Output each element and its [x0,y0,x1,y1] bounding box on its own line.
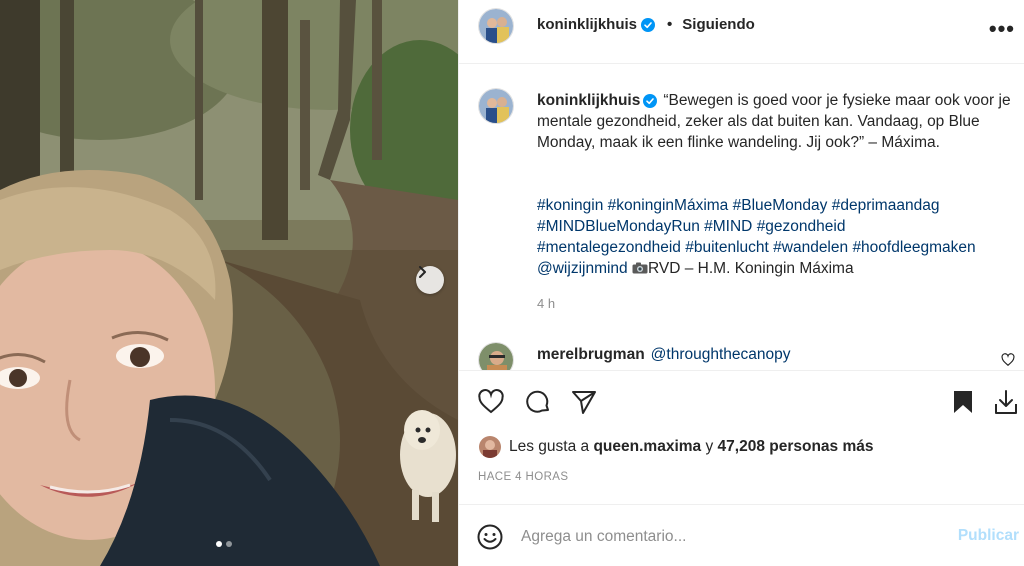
camera-emoji-icon [632,262,648,274]
hashtag-link[interactable]: #BlueMonday [733,197,828,214]
publish-button[interactable]: Publicar [958,527,1019,545]
save-bookmark-icon[interactable] [949,388,977,416]
verified-badge-icon [643,93,658,108]
carousel-dot-active [216,541,222,547]
more-horizontal-icon: ••• [988,16,1015,41]
like-heart-icon[interactable] [477,388,505,416]
hashtag-link[interactable]: #wandelen [773,239,848,256]
chevron-right-icon [419,266,426,278]
hashtag-link[interactable]: #mentalegezondheid [537,239,681,256]
caption-avatar[interactable] [478,88,514,124]
post-header: koninklijkhuis • Siguiendo ••• [459,0,1024,64]
reply-mention[interactable]: @throughthecanopy [651,346,791,363]
carousel-dot [226,541,232,547]
likes-joiner: y [705,438,714,455]
likes-summary: Les gusta a queen.maxima y 47,208 person… [479,436,874,458]
avatar-image [479,343,513,370]
reply-avatar[interactable] [478,342,514,370]
comment-input[interactable] [521,523,941,551]
caption-hashtags: #koningin #koninginMáxima #BlueMonday #d… [537,195,1024,279]
download-icon[interactable] [992,388,1020,416]
avatar-image [479,89,513,123]
share-send-icon[interactable] [570,388,598,416]
add-comment-box: Publicar [459,504,1024,566]
avatar-image [479,436,501,458]
hashtag-link[interactable]: #deprimaandag [832,197,940,214]
header-username[interactable]: koninklijkhuis [537,16,637,33]
post-caption: koninklijkhuis “Bewegen is goed voor je … [537,90,1023,153]
caption-username[interactable]: koninklijkhuis [537,90,640,111]
post-photo[interactable] [0,0,458,566]
hashtag-link[interactable]: #buitenlucht [685,239,769,256]
comments-section[interactable]: koninklijkhuis “Bewegen is goed voor je … [459,65,1024,370]
mention-link[interactable]: @wijzijnmind [537,260,628,277]
comment-like-heart-icon[interactable] [1001,353,1015,367]
reply-comment: merelbrugman @throughthecanopy [537,344,791,365]
liker-avatar[interactable] [479,436,501,458]
emoji-picker-icon[interactable] [476,523,504,551]
post-side-panel: koninklijkhuis • Siguiendo ••• koninklij… [458,0,1024,566]
post-actions-bar [459,370,1024,430]
reply-username[interactable]: merelbrugman [537,346,645,363]
hashtag-link[interactable]: #hoofdleegmaken [852,239,975,256]
hashtag-link[interactable]: #gezondheid [757,218,846,235]
photo-credit: RVD – H.M. Koningin Máxima [647,260,854,277]
likes-prefix: Les gusta a [509,438,590,455]
avatar-image [479,9,513,43]
following-button[interactable]: Siguiendo [682,16,755,33]
hashtag-link[interactable]: #MIND [704,218,752,235]
header-separator-dot: • [667,16,673,33]
likes-others-link[interactable]: 47,208 personas más [718,438,874,456]
liker-username[interactable]: queen.maxima [593,438,701,456]
comment-bubble-icon[interactable] [524,388,552,416]
hashtag-link[interactable]: #koninginMáxima [608,197,729,214]
carousel-indicator [216,541,232,547]
profile-avatar[interactable] [478,8,514,44]
selfie-forest-image [0,0,458,566]
post-timestamp[interactable]: HACE 4 HORAS [478,471,568,483]
hashtag-link[interactable]: #koningin [537,197,603,214]
verified-badge-icon [641,17,656,32]
hashtag-link[interactable]: #MINDBlueMondayRun [537,218,700,235]
more-options-button[interactable]: ••• [989,16,1015,42]
carousel-next-button[interactable] [416,266,444,294]
caption-timestamp: 4 h [537,296,556,311]
